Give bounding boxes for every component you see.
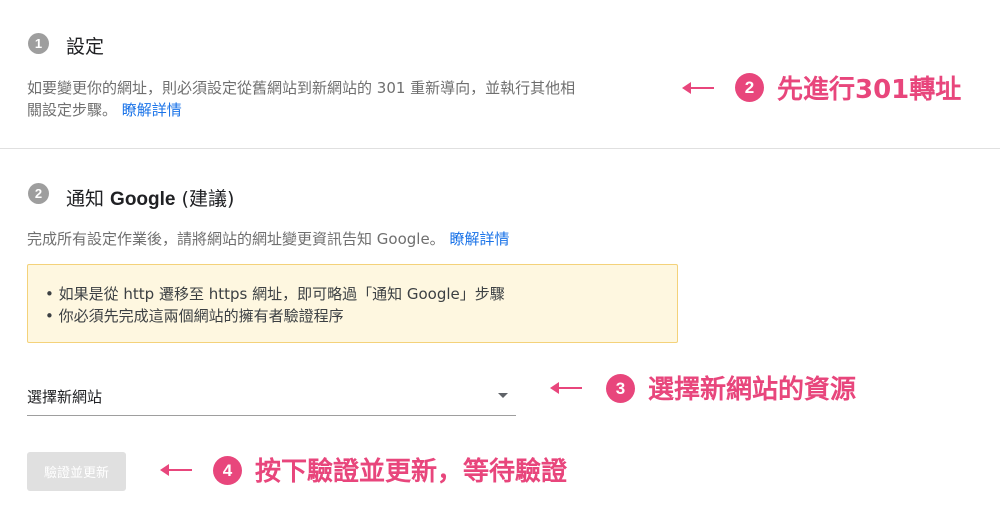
annotation-3-badge: 3 xyxy=(606,374,635,403)
step-1-badge: 1 xyxy=(28,33,49,54)
step-2-badge: 2 xyxy=(28,183,49,204)
step-1-learn-more-link[interactable]: 瞭解詳情 xyxy=(122,101,182,119)
new-site-select-value: 選擇新網站 xyxy=(27,388,103,406)
step-2-description: 完成所有設定作業後，請將網站的網址變更資訊告知 Google。 瞭解詳情 xyxy=(27,228,509,250)
annotation-3-text: 選擇新網站的資源 xyxy=(648,375,857,405)
annotation-4-arrow xyxy=(160,464,192,476)
annotation-3-arrow xyxy=(550,382,582,394)
notice-line-2: • 你必須先完成這兩個網站的擁有者驗證程序 xyxy=(45,307,344,325)
step-2-title-prefix: 通知 xyxy=(66,188,111,210)
annotation-4-badge: 4 xyxy=(213,456,242,485)
dropdown-caret-icon xyxy=(498,393,508,398)
step-2-title-brand: Google xyxy=(110,189,176,210)
notice-box: • 如果是從 http 遷移至 https 網址，即可略過「通知 Google」… xyxy=(27,264,678,343)
annotation-2-badge: 2 xyxy=(735,73,764,102)
step-1-title: 設定 xyxy=(66,36,105,58)
change-of-address-page: 1 設定 如要變更你的網址，則必須設定從舊網站到新網站的 301 重新導向，並執… xyxy=(0,0,1000,527)
annotation-2-text: 先進行301轉址 xyxy=(777,75,962,105)
notice-line-1: • 如果是從 http 遷移至 https 網址，即可略過「通知 Google」… xyxy=(45,285,505,303)
section-divider xyxy=(0,148,1000,149)
step-1-description: 如要變更你的網址，則必須設定從舊網站到新網站的 301 重新導向，並執行其他相 … xyxy=(27,77,677,121)
step-2-description-text: 完成所有設定作業後，請將網站的網址變更資訊告知 Google。 xyxy=(27,230,445,248)
new-site-select[interactable]: 選擇新網站 xyxy=(27,378,516,416)
step-1-description-line1: 如要變更你的網址，則必須設定從舊網站到新網站的 301 重新導向，並執行其他相 xyxy=(27,79,576,97)
step-1-description-line2-wrap: 關設定步驟。 瞭解詳情 xyxy=(27,99,677,121)
verify-and-update-button[interactable]: 驗證並更新 xyxy=(27,452,126,491)
annotation-2-arrow xyxy=(682,82,714,94)
step-2-learn-more-link[interactable]: 瞭解詳情 xyxy=(449,230,509,248)
step-1-description-line2: 關設定步驟。 xyxy=(27,101,118,119)
step-2-title-suffix: (建議) xyxy=(175,188,235,210)
annotation-4-text: 按下驗證並更新，等待驗證 xyxy=(255,457,568,487)
step-2-title: 通知 Google (建議) xyxy=(66,184,234,211)
